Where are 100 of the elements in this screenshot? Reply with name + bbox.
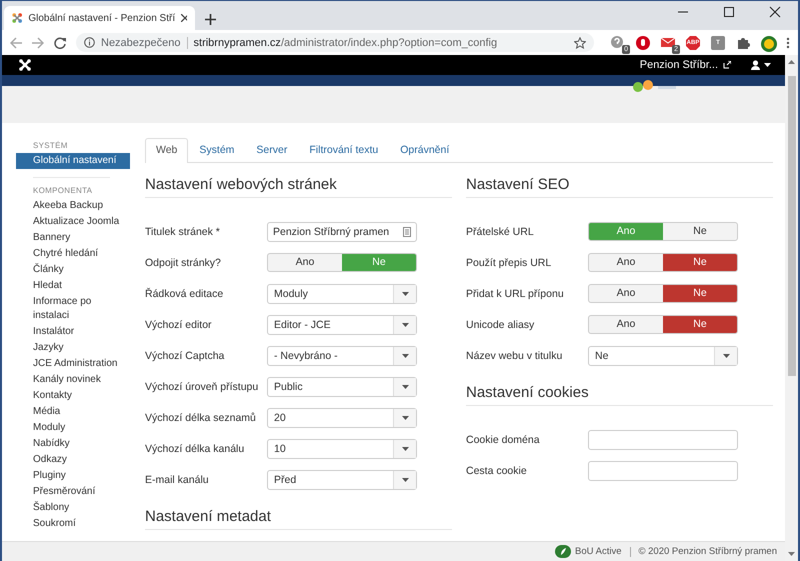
sidebar-item[interactable]: Odkazy [16, 452, 130, 468]
field-label: E-mail kanálu [145, 474, 210, 486]
select-field[interactable]: Editor - JCE [267, 314, 417, 334]
user-menu[interactable] [751, 60, 771, 70]
tab[interactable]: Systém [188, 138, 246, 162]
sidebar-item[interactable]: Globální nastavení [16, 153, 130, 169]
extension-icon[interactable] [635, 34, 651, 50]
caret-icon [764, 63, 771, 67]
caret-icon [402, 292, 408, 296]
sidebar-item[interactable]: Šablony [16, 500, 130, 516]
address-bar[interactable]: Nezabezpečeno stribrnypramen.cz/administrator/index.php?option=com_config [76, 33, 594, 52]
field-label: Výchozí délka kanálu [145, 442, 246, 454]
tab[interactable]: Filtrování textu [298, 138, 390, 162]
toggle-option[interactable]: Ano [589, 285, 663, 302]
input-field[interactable] [588, 460, 738, 480]
sidebar-item[interactable]: Informace po instalaci [16, 294, 130, 324]
caret-icon [402, 446, 408, 450]
new-tab-icon[interactable] [205, 14, 216, 25]
security-label: Nezabezpečeno [101, 36, 181, 48]
toggle-option[interactable]: Ano [589, 316, 663, 333]
star-icon[interactable] [574, 36, 586, 48]
toggle-option[interactable]: Ne [663, 254, 737, 271]
toggle-option[interactable]: Ne [663, 223, 737, 240]
sidebar-item[interactable]: Média [16, 404, 130, 420]
user-icon [751, 60, 760, 70]
sidebar-item[interactable]: Bannery [16, 230, 130, 246]
caret-icon [402, 322, 408, 326]
field-label: Odpojit stránky? [145, 256, 222, 268]
tab[interactable]: Server [245, 138, 298, 162]
select-field[interactable]: Ne [588, 346, 738, 366]
tab[interactable]: Web [145, 138, 188, 163]
select-field[interactable]: Moduly [267, 284, 417, 304]
scroll-down-icon[interactable] [788, 552, 795, 556]
section-title: Nastavení cookies [466, 383, 773, 406]
input-field[interactable] [588, 430, 738, 450]
field-label: Výchozí Captcha [145, 350, 226, 362]
field-label: Titulek stránek * [145, 226, 221, 238]
select-field[interactable]: 10 [267, 438, 417, 458]
document-icon [403, 226, 411, 236]
select-field[interactable]: Před [267, 470, 417, 490]
sidebar-item[interactable]: Kontakty [16, 388, 130, 404]
sidebar-item[interactable]: Hledat [16, 278, 130, 294]
field-label: Výchozí délka seznamů [145, 412, 257, 424]
external-link-icon [723, 61, 731, 69]
sidebar-item[interactable]: Instalátor [16, 324, 130, 340]
field-label: Přidat k URL příponu [466, 288, 565, 300]
site-link[interactable]: Penzion Stříbr... [640, 59, 731, 71]
section-title: Nastavení SEO [466, 175, 773, 198]
info-icon[interactable] [84, 37, 95, 48]
sidebar-item[interactable]: JCE Administration [16, 356, 130, 372]
sidebar-item[interactable]: Články [16, 262, 130, 278]
sidebar-item[interactable]: Soukromí [16, 516, 130, 532]
sidebar-item[interactable]: Pluginy [16, 468, 130, 484]
input-field[interactable]: Penzion Stříbrný pramen [267, 222, 417, 242]
toggle-option[interactable]: Ne [663, 316, 737, 333]
tab[interactable]: Oprávnění [389, 138, 460, 162]
reload-icon[interactable] [54, 36, 66, 48]
url-text: stribrnypramen.cz/administrator/index.php?option=com_config [194, 36, 498, 48]
footer-brand: BoU Active [575, 546, 622, 557]
select-field[interactable]: Public [267, 376, 417, 396]
field-label: Název webu v titulku [466, 350, 564, 362]
select-field[interactable]: 20 [267, 408, 417, 428]
section-title: Nastavení metadat [145, 507, 452, 530]
sidebar-item[interactable]: Moduly [16, 420, 130, 436]
menu-icon[interactable] [786, 36, 790, 48]
toggle-option[interactable]: Ne [663, 285, 737, 302]
sidebar-heading: SYSTÉM [32, 141, 69, 150]
sidebar-item[interactable]: Kanály novinek [16, 372, 130, 388]
joomla-icon[interactable] [19, 59, 31, 71]
leaf-icon [555, 545, 572, 558]
scroll-up-icon[interactable] [788, 60, 795, 64]
field-label: Řádková editace [145, 288, 224, 300]
joomla-icon [12, 11, 22, 25]
sidebar-item[interactable]: Akeeba Backup [16, 198, 130, 214]
sidebar-item[interactable]: Aktualizace Joomla [16, 214, 130, 230]
toggle-option[interactable]: Ano [589, 254, 663, 271]
caret-icon [402, 384, 408, 388]
scrollbar-thumb[interactable] [788, 76, 796, 376]
field-label: Použít přepis URL [466, 256, 552, 268]
field-label: Výchozí úroveň přístupu [145, 380, 260, 392]
sidebar-item[interactable]: Chytré hledání [16, 246, 130, 262]
sidebar-heading: KOMPONENTA [32, 186, 94, 195]
sidebar-item[interactable]: Jazyky [16, 340, 130, 356]
logo-icon [632, 78, 676, 93]
extension-icon[interactable] [760, 34, 776, 50]
close-icon[interactable] [181, 14, 187, 22]
caret-icon [402, 478, 408, 482]
toggle-option[interactable]: Ano [268, 254, 342, 271]
select-field[interactable]: - Nevybráno - [267, 346, 417, 366]
caret-icon [402, 354, 408, 358]
field-label: Unicode aliasy [466, 318, 536, 330]
field-label: Přátelské URL [466, 226, 535, 238]
sidebar-item[interactable]: Přesměrování [16, 484, 130, 500]
caret-icon [722, 354, 730, 358]
sidebar-item[interactable]: Nabídky [16, 436, 130, 452]
field-label: Cookie doména [466, 434, 541, 446]
section-title: Nastavení webových stránek [145, 175, 452, 198]
browser-tab[interactable]: Globální nastavení - Penzion Stří [4, 6, 195, 30]
field-label: Výchozí editor [145, 318, 213, 330]
copyright-text: © 2020 Penzion Stříbrný pramen [638, 546, 777, 557]
